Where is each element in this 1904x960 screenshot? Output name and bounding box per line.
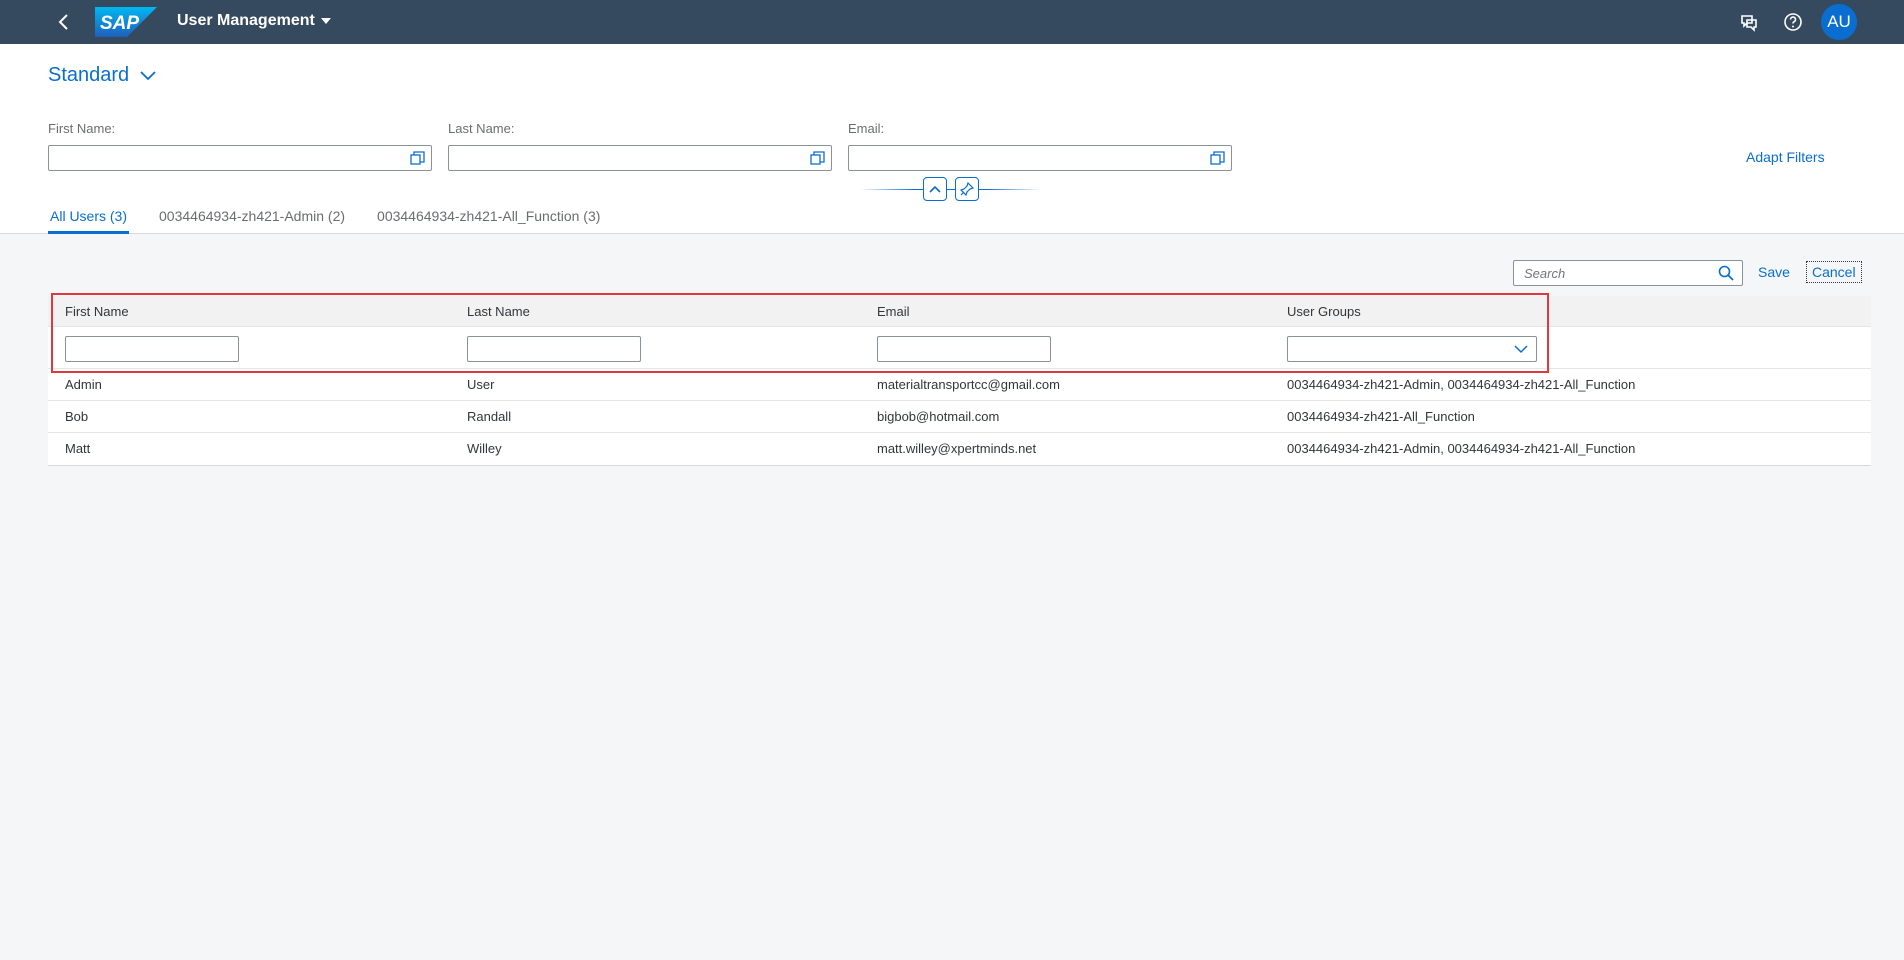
cancel-button[interactable]: Cancel <box>1806 261 1862 283</box>
collapse-header-button[interactable] <box>923 177 947 201</box>
last-name-filter-label: Last Name: <box>448 121 515 136</box>
back-icon[interactable] <box>52 10 76 34</box>
new-user-entry-row <box>48 327 1871 369</box>
email-filter-label: Email: <box>848 121 885 136</box>
table-header-row: First Name Last Name Email User Groups <box>48 296 1871 327</box>
new-email-input[interactable] <box>877 336 1051 362</box>
cell-last-name: Willey <box>467 441 502 456</box>
help-icon[interactable] <box>1782 11 1804 33</box>
table-row[interactable]: Matt Willey matt.willey@xpertminds.net 0… <box>48 433 1871 465</box>
tab-admin-group[interactable]: 0034464934-zh421-Admin (2) <box>157 204 347 234</box>
adapt-filters-button[interactable]: Adapt Filters <box>1746 149 1825 165</box>
chevron-down-icon <box>1514 345 1528 354</box>
sap-logo[interactable]: SAP <box>95 7 157 37</box>
cell-last-name: User <box>467 377 495 392</box>
search-icon[interactable] <box>1718 265 1734 281</box>
cell-user-groups: 0034464934-zh421-Admin, 0034464934-zh421… <box>1287 441 1636 456</box>
last-name-filter-input[interactable] <box>448 145 832 171</box>
chevron-up-icon <box>929 185 941 193</box>
email-filter-input[interactable] <box>848 145 1232 171</box>
new-user-groups-select[interactable] <box>1287 336 1537 362</box>
cell-user-groups: 0034464934-zh421-Admin, 0034464934-zh421… <box>1287 377 1636 392</box>
chevron-down-icon <box>140 70 156 80</box>
svg-text:SAP: SAP <box>100 13 139 34</box>
feedback-icon[interactable] <box>1738 11 1760 33</box>
save-button[interactable]: Save <box>1758 264 1790 280</box>
variant-name: Standard <box>48 64 130 86</box>
cell-email: bigbob@hotmail.com <box>877 409 1000 424</box>
cell-first-name: Bob <box>65 409 89 424</box>
table-search-field[interactable] <box>1513 260 1743 286</box>
collapse-divider <box>860 189 1040 190</box>
variant-selector[interactable]: Standard <box>48 64 157 87</box>
cell-last-name: Randall <box>467 409 512 424</box>
new-first-name-input[interactable] <box>65 336 239 362</box>
app-title-menu[interactable]: User Management <box>177 12 331 30</box>
pin-icon <box>960 182 974 196</box>
tab-all-function-group[interactable]: 0034464934-zh421-All_Function (3) <box>375 204 602 234</box>
filter-header: Standard First Name: Last Name: Email: A… <box>0 44 1904 234</box>
value-help-icon[interactable] <box>1210 151 1225 166</box>
search-input[interactable] <box>1524 261 1714 285</box>
column-header-user-groups[interactable]: User Groups <box>1287 304 1361 319</box>
column-header-last-name[interactable]: Last Name <box>467 304 530 319</box>
first-name-filter-label: First Name: <box>48 121 116 136</box>
tab-all-users[interactable]: All Users (3) <box>48 204 130 234</box>
user-avatar[interactable]: AU <box>1821 4 1857 40</box>
pin-header-button[interactable] <box>955 177 979 201</box>
cell-user-groups: 0034464934-zh421-All_Function <box>1287 409 1475 424</box>
table-row[interactable]: Admin User materialtransportcc@gmail.com… <box>48 369 1871 401</box>
shell-bar: SAP User Management AU <box>0 0 1904 44</box>
column-header-first-name[interactable]: First Name <box>65 304 129 319</box>
table-row[interactable]: Bob Randall bigbob@hotmail.com 003446493… <box>48 401 1871 433</box>
cell-first-name: Matt <box>65 441 91 456</box>
value-help-icon[interactable] <box>810 151 825 166</box>
first-name-filter-input[interactable] <box>48 145 432 171</box>
column-header-email[interactable]: Email <box>877 304 910 319</box>
value-help-icon[interactable] <box>410 151 425 166</box>
new-last-name-input[interactable] <box>467 336 641 362</box>
caret-down-icon <box>320 18 331 24</box>
cell-email: matt.willey@xpertminds.net <box>877 441 1037 456</box>
users-table: First Name Last Name Email User Groups A… <box>48 296 1871 466</box>
user-group-tabs: All Users (3) 0034464934-zh421-Admin (2)… <box>48 204 630 234</box>
app-title: User Management <box>177 12 315 29</box>
cell-email: materialtransportcc@gmail.com <box>877 377 1060 392</box>
cell-first-name: Admin <box>65 377 102 392</box>
